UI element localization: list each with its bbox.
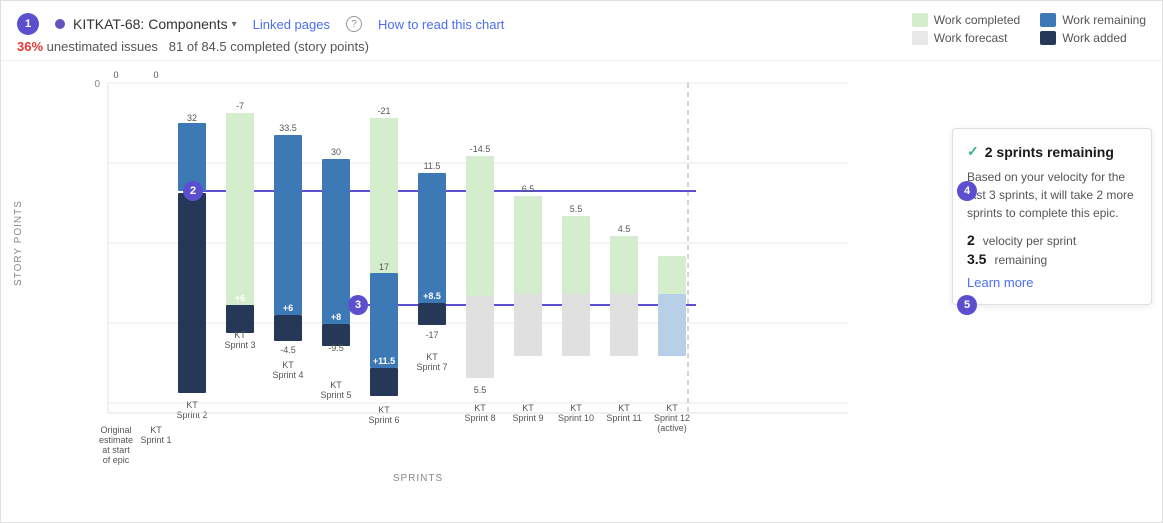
svg-text:Sprint 3: Sprint 3 (224, 340, 255, 350)
svg-text:Sprint 11: Sprint 11 (606, 413, 641, 423)
svg-text:Sprint 12: Sprint 12 (654, 413, 690, 423)
svg-text:0: 0 (94, 79, 100, 90)
svg-text:Original: Original (100, 425, 131, 435)
svg-text:SPRINTS: SPRINTS (393, 473, 443, 484)
svg-text:-17: -17 (425, 330, 438, 340)
svg-text:-7: -7 (236, 101, 244, 111)
svg-text:-4.5: -4.5 (280, 345, 296, 355)
svg-text:17: 17 (379, 262, 389, 272)
info-box-title: ✓ 2 sprints remaining (967, 143, 1137, 160)
legend-added-box (1040, 31, 1056, 45)
svg-text:Sprint 9: Sprint 9 (512, 413, 543, 423)
how-to-link[interactable]: How to read this chart (378, 17, 504, 32)
legend-completed: Work completed (912, 13, 1020, 27)
svg-text:-21: -21 (377, 106, 390, 116)
step-2-badge: 2 (183, 181, 203, 201)
svg-text:30: 30 (331, 147, 341, 157)
svg-text:6.5: 6.5 (522, 184, 535, 194)
svg-text:at start: at start (102, 445, 130, 455)
legend-added-label: Work added (1062, 31, 1126, 45)
legend-remaining-box (1040, 13, 1056, 27)
remaining-value: 3.5 (967, 251, 986, 267)
svg-text:of epic: of epic (103, 455, 130, 465)
velocity-label: velocity per sprint (983, 234, 1076, 248)
y-axis-label: STORY POINTS (9, 63, 28, 423)
svg-text:KT: KT (150, 425, 162, 435)
remaining-label: remaining (994, 253, 1047, 267)
svg-text:0: 0 (113, 70, 118, 80)
svg-text:KT: KT (426, 352, 438, 362)
svg-text:11.5: 11.5 (424, 161, 441, 171)
svg-text:KT: KT (186, 400, 198, 410)
svg-text:+8: +8 (331, 312, 341, 322)
svg-text:-9.5: -9.5 (328, 343, 344, 353)
svg-text:Sprint 5: Sprint 5 (320, 390, 351, 400)
legend-col-right: Work remaining Work added (1040, 13, 1146, 45)
epic-name: KITKAT-68: Components (73, 16, 228, 32)
svg-text:KT: KT (618, 403, 630, 413)
info-box: ✓ 2 sprints remaining Based on your velo… (952, 128, 1152, 305)
svg-text:KT: KT (234, 330, 246, 340)
svg-text:0: 0 (153, 70, 158, 80)
svg-text:Sprint 8: Sprint 8 (464, 413, 495, 423)
svg-text:Sprint 10: Sprint 10 (558, 413, 594, 423)
svg-text:5.5: 5.5 (474, 385, 487, 395)
legend-remaining: Work remaining (1040, 13, 1146, 27)
svg-text:KT: KT (570, 403, 582, 413)
step-5-badge: 5 (957, 295, 977, 315)
legend-added: Work added (1040, 31, 1146, 45)
svg-text:KT: KT (282, 360, 294, 370)
stat-detail: 81 of 84.5 completed (story points) (169, 39, 369, 54)
svg-text:KT: KT (666, 403, 678, 413)
svg-text:KT: KT (522, 403, 534, 413)
remaining-row: 3.5 remaining (967, 251, 1137, 267)
legend-col-left: Work completed Work forecast (912, 13, 1020, 45)
step-1-badge: 1 (17, 13, 39, 35)
legend-forecast: Work forecast (912, 31, 1020, 45)
svg-text:KT: KT (474, 403, 486, 413)
legend-remaining-label: Work remaining (1062, 13, 1146, 27)
svg-text:Sprint 4: Sprint 4 (272, 370, 303, 380)
info-box-desc: Based on your velocity for the last 3 sp… (967, 168, 1137, 222)
step-4-badge: 4 (957, 181, 977, 201)
stat-text: unestimated issues (47, 39, 166, 54)
info-box-title-text: 2 sprints remaining (985, 144, 1114, 160)
svg-text:+6: +6 (283, 303, 293, 313)
svg-text:+11.5: +11.5 (373, 356, 395, 366)
epic-title: KITKAT-68: Components ▾ (55, 16, 237, 32)
svg-text:(active): (active) (657, 423, 687, 433)
svg-text:32: 32 (187, 113, 197, 123)
svg-text:4.5: 4.5 (618, 224, 631, 234)
svg-text:+6: +6 (235, 293, 245, 303)
svg-text:Sprint 6: Sprint 6 (368, 415, 399, 425)
velocity-row: 2 velocity per sprint (967, 232, 1137, 248)
legend-completed-label: Work completed (934, 13, 1020, 27)
svg-text:Sprint 1: Sprint 1 (140, 435, 171, 445)
learn-more-link[interactable]: Learn more (967, 275, 1137, 290)
svg-text:Sprint 7: Sprint 7 (416, 362, 447, 372)
legend-forecast-label: Work forecast (934, 31, 1008, 45)
step-3-badge: 3 (348, 295, 368, 315)
legend-forecast-box (912, 31, 928, 45)
epic-dot (55, 19, 65, 29)
legend: Work completed Work forecast Work remain… (912, 13, 1146, 45)
svg-text:KT: KT (330, 380, 342, 390)
velocity-value: 2 (967, 232, 975, 248)
main-container: 1 KITKAT-68: Components ▾ Linked pages ?… (0, 0, 1163, 523)
linked-pages-link[interactable]: Linked pages (253, 17, 330, 32)
svg-text:+8.5: +8.5 (423, 291, 441, 301)
unestimated-pct: 36% (17, 39, 43, 54)
svg-text:5.5: 5.5 (570, 204, 583, 214)
checkmark-icon: ✓ (967, 143, 979, 160)
legend-completed-box (912, 13, 928, 27)
svg-text:Sprint 2: Sprint 2 (176, 410, 207, 420)
help-icon[interactable]: ? (346, 16, 362, 32)
svg-text:33.5: 33.5 (279, 123, 297, 133)
svg-text:estimate: estimate (99, 435, 133, 445)
dropdown-arrow-icon[interactable]: ▾ (232, 19, 237, 30)
svg-text:-14.5: -14.5 (470, 144, 491, 154)
chart-svg: 0 0 Original estimate at start of epic 0 (28, 63, 898, 463)
